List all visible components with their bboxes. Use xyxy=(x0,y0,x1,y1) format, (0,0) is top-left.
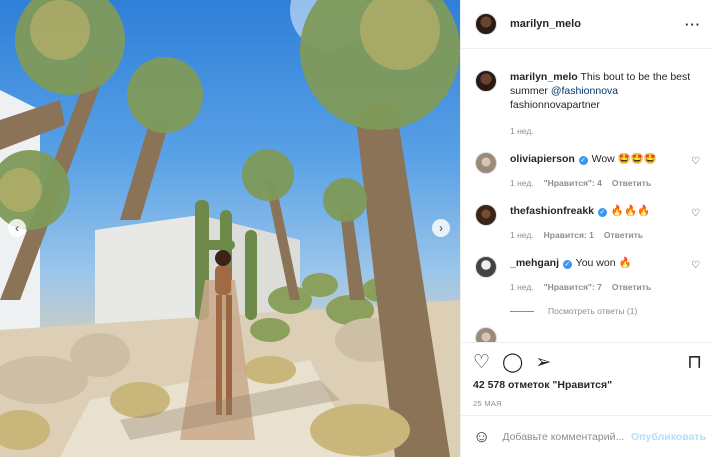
avatar[interactable] xyxy=(475,256,497,278)
comment-text: 🔥🔥🔥 xyxy=(610,205,651,217)
post-photo[interactable]: ‹ › xyxy=(0,0,460,457)
heart-icon[interactable]: ♡ xyxy=(691,260,700,271)
comment-time[interactable]: 1 нед. xyxy=(510,228,534,242)
avatar[interactable] xyxy=(475,327,497,342)
verified-badge-icon: ✓ xyxy=(597,208,607,217)
comment-item: thefashionfreakk ✓ 🔥🔥🔥 1 нед. Нравится: … xyxy=(475,204,702,242)
chevron-right-icon[interactable]: › xyxy=(432,219,450,237)
add-comment-bar: ☺ Опубликовать xyxy=(461,415,713,457)
replies-divider xyxy=(510,310,534,312)
reply-button[interactable]: Ответить xyxy=(612,176,651,190)
likes-count[interactable]: 42 578 отметок "Нравится" xyxy=(473,379,702,391)
heart-icon[interactable]: ♡ xyxy=(691,208,700,219)
comment-time[interactable]: 1 нед. xyxy=(510,176,534,190)
comment-text: You won 🔥 xyxy=(575,257,632,269)
comment-time[interactable]: 1 нед. xyxy=(510,280,534,294)
chevron-left-icon[interactable]: ‹ xyxy=(8,219,26,237)
reply-button[interactable]: Ответить xyxy=(604,228,643,242)
comment-text: Wow 🤩🤩🤩 xyxy=(591,153,657,165)
comment-username[interactable]: oliviapierson xyxy=(510,153,575,165)
post-header: marilyn_melo ··· xyxy=(461,0,713,49)
more-horizontal-icon[interactable]: ··· xyxy=(685,17,701,32)
bookmark-icon[interactable]: ⊓ xyxy=(687,353,702,372)
heart-icon[interactable]: ♡ xyxy=(473,353,490,372)
comment-username[interactable]: thefashionfreakk xyxy=(510,205,594,217)
publish-button[interactable]: Опубликовать xyxy=(631,431,706,443)
post-caption: marilyn_melo This bout to be the best su… xyxy=(475,70,702,138)
comment-item-partial xyxy=(475,327,702,342)
view-replies-button[interactable]: Посмотреть ответы (1) xyxy=(510,306,702,316)
caption-mention[interactable]: @fashionnova xyxy=(551,85,618,97)
avatar[interactable] xyxy=(475,70,497,92)
avatar[interactable] xyxy=(475,13,497,35)
comment-input[interactable] xyxy=(502,430,631,443)
comment-item: oliviapierson ✓ Wow 🤩🤩🤩 1 нед. "Нравится… xyxy=(475,152,702,190)
heart-icon[interactable]: ♡ xyxy=(691,156,700,167)
post-actions: ♡ ◯ ➢ ⊓ 42 578 отметок "Нравится" 25 МАЯ xyxy=(461,342,713,415)
caption-tag: fashionnovapartner xyxy=(510,99,600,111)
caption-username[interactable]: marilyn_melo xyxy=(510,71,578,83)
post-side-panel: marilyn_melo ··· marilyn_melo This bout … xyxy=(460,0,713,457)
comment-username[interactable]: _mehganj xyxy=(510,257,559,269)
comment-likes[interactable]: "Нравится": 7 xyxy=(544,280,602,294)
header-username[interactable]: marilyn_melo xyxy=(510,18,581,30)
photo-scene xyxy=(0,0,460,457)
comment-item: _mehganj ✓ You won 🔥 1 нед. "Нравится": … xyxy=(475,256,702,294)
comment-likes[interactable]: Нравится: 1 xyxy=(544,228,594,242)
comment-likes[interactable]: "Нравится": 4 xyxy=(544,176,602,190)
avatar[interactable] xyxy=(475,204,497,226)
verified-badge-icon: ✓ xyxy=(578,156,588,165)
view-replies-label: Посмотреть ответы (1) xyxy=(548,306,638,316)
reply-button[interactable]: Ответить xyxy=(612,280,651,294)
share-icon[interactable]: ➢ xyxy=(535,353,551,372)
comment-icon[interactable]: ◯ xyxy=(502,353,523,372)
comments-list[interactable]: marilyn_melo This bout to be the best su… xyxy=(461,50,713,342)
action-icons: ♡ ◯ ➢ ⊓ xyxy=(473,343,702,381)
avatar[interactable] xyxy=(475,152,497,174)
verified-badge-icon: ✓ xyxy=(562,260,572,269)
post-date[interactable]: 25 МАЯ xyxy=(473,399,702,408)
caption-time[interactable]: 1 нед. xyxy=(510,124,534,138)
emoji-icon[interactable]: ☺ xyxy=(473,427,490,447)
